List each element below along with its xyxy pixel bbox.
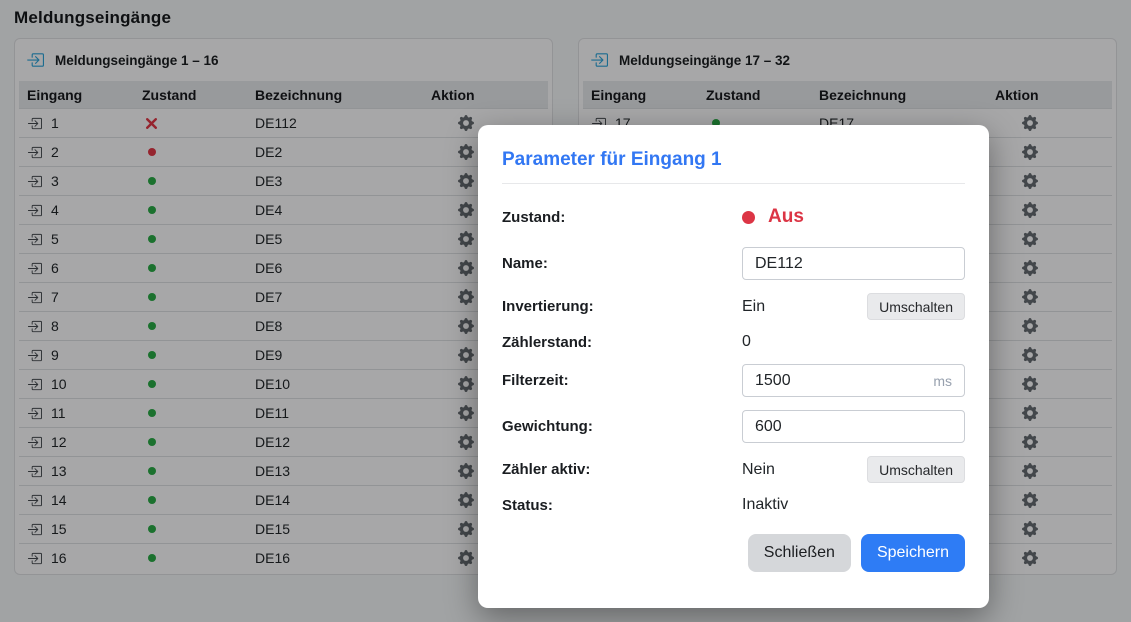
state-dot bbox=[742, 211, 755, 224]
dialog-title: Parameter für Eingang 1 bbox=[502, 149, 965, 171]
field-label-zaehler-aktiv: Zähler aktiv: bbox=[502, 461, 742, 478]
save-button[interactable]: Speichern bbox=[861, 534, 965, 572]
state-value: Aus bbox=[768, 206, 804, 228]
zaehler-aktiv-value: Nein bbox=[742, 461, 775, 479]
filterzeit-input[interactable] bbox=[742, 364, 965, 397]
field-label-gewichtung: Gewichtung: bbox=[502, 418, 742, 435]
field-label-name: Name: bbox=[502, 255, 742, 272]
zaehler-aktiv-toggle-button[interactable]: Umschalten bbox=[867, 456, 965, 483]
parameter-dialog: Parameter für Eingang 1 Zustand: Aus Name:… bbox=[478, 125, 989, 608]
invertierung-toggle-button[interactable]: Umschalten bbox=[867, 293, 965, 320]
field-label-zaehlerstand: Zählerstand: bbox=[502, 334, 742, 351]
gewichtung-input[interactable] bbox=[742, 410, 965, 443]
zaehlerstand-value: 0 bbox=[742, 333, 751, 351]
parameter-form: Zustand: Aus Name: Invertierung:Ein Umschalt… bbox=[502, 200, 965, 514]
field-label-filterzeit: Filterzeit: bbox=[502, 372, 742, 389]
field-label-status: Status: bbox=[502, 497, 742, 514]
dialog-footer: Schließen Speichern bbox=[502, 534, 965, 572]
close-button[interactable]: Schließen bbox=[748, 534, 851, 572]
name-input[interactable] bbox=[742, 247, 965, 280]
divider bbox=[502, 183, 965, 184]
field-label-invertierung: Invertierung: bbox=[502, 298, 742, 315]
invertierung-value: Ein bbox=[742, 298, 765, 316]
status-value: Inaktiv bbox=[742, 496, 788, 514]
field-label-zustand: Zustand: bbox=[502, 209, 742, 226]
